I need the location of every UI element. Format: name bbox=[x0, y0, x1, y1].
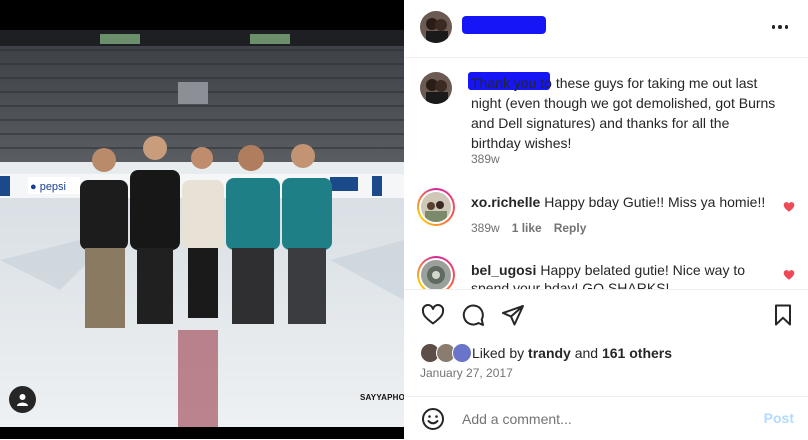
caption-avatar-image bbox=[420, 72, 452, 104]
comment-timestamp[interactable]: 389w bbox=[471, 221, 500, 235]
author-avatar[interactable] bbox=[420, 11, 452, 43]
caption-timestamp[interactable]: 389w bbox=[471, 152, 500, 166]
comment-text: bel_ugosi Happy belated gutie! Nice way t… bbox=[471, 261, 771, 289]
post-date[interactable]: January 27, 2017 bbox=[420, 366, 513, 380]
post-actions-bar bbox=[404, 289, 808, 340]
more-horizontal-icon bbox=[778, 25, 782, 29]
commenter-avatar[interactable] bbox=[417, 256, 455, 289]
more-horizontal-icon bbox=[771, 25, 776, 29]
comment-like-heart-icon[interactable] bbox=[783, 201, 795, 213]
more-options-button[interactable] bbox=[770, 18, 790, 36]
likes-text: Liked by trandy and 161 others bbox=[472, 345, 672, 361]
liker-avatar bbox=[452, 343, 472, 363]
comment-reply-button[interactable]: Reply bbox=[554, 221, 587, 235]
svg-text:● pepsi: ● pepsi bbox=[30, 181, 66, 193]
likes-prefix: Liked by bbox=[472, 345, 525, 361]
comment-likes-count[interactable]: 1 like bbox=[512, 221, 542, 235]
caption-author-avatar[interactable] bbox=[420, 72, 452, 104]
comment-body: Happy bday Gutie!! Miss ya homie!! bbox=[544, 194, 766, 210]
author-avatar-image bbox=[420, 11, 452, 43]
likes-middle: and bbox=[574, 345, 599, 361]
photo-letterbox-bottom bbox=[0, 427, 404, 439]
caption-text: Thank you to these guys for taking me ou… bbox=[471, 73, 781, 153]
more-horizontal-icon bbox=[784, 25, 789, 29]
add-comment-input[interactable] bbox=[460, 407, 754, 431]
comment-icon[interactable] bbox=[461, 303, 485, 327]
comment-username[interactable]: xo.richelle bbox=[471, 194, 540, 210]
commenter-avatar[interactable] bbox=[417, 188, 455, 226]
photo-watermark: SAYYAPHO bbox=[360, 393, 404, 402]
comment-username[interactable]: bel_ugosi bbox=[471, 262, 536, 278]
emoji-icon[interactable] bbox=[421, 407, 445, 431]
comments-list[interactable]: Thank you to these guys for taking me ou… bbox=[404, 58, 808, 289]
heart-icon[interactable] bbox=[421, 303, 445, 327]
post-photo[interactable]: ● pepsi SAYYAPHO bbox=[0, 0, 404, 439]
share-icon[interactable] bbox=[501, 303, 525, 327]
author-username-redaction bbox=[462, 16, 546, 34]
comment-item: bel_ugosi Happy belated gutie! Nice way t… bbox=[404, 256, 808, 289]
likes-user-link[interactable]: trandy bbox=[528, 345, 571, 361]
comment-like-heart-icon[interactable] bbox=[783, 269, 795, 281]
user-tag-button[interactable] bbox=[9, 386, 36, 413]
arena-photo: ● pepsi bbox=[0, 30, 404, 427]
comment-text: xo.richelle Happy bday Gutie!! Miss ya ho… bbox=[471, 193, 771, 211]
commenter-avatar-image bbox=[421, 192, 451, 222]
likes-summary: Liked by trandy and 161 others bbox=[420, 343, 672, 363]
post-side-panel: Thank you to these guys for taking me ou… bbox=[404, 0, 808, 439]
photo-letterbox-top bbox=[0, 0, 404, 30]
caption-body: Thank you to these guys for taking me ou… bbox=[471, 75, 776, 151]
commenter-avatar-image bbox=[421, 260, 451, 289]
user-tag-icon bbox=[17, 394, 28, 406]
likes-others-link[interactable]: 161 others bbox=[602, 345, 672, 361]
comment-actions: 389w 1 like Reply bbox=[471, 221, 586, 235]
add-comment-bar: Post bbox=[404, 396, 808, 440]
post-header bbox=[404, 0, 808, 58]
post-comment-button[interactable]: Post bbox=[764, 410, 794, 426]
liker-avatars[interactable] bbox=[420, 343, 472, 363]
comment-item: xo.richelle Happy bday Gutie!! Miss ya ho… bbox=[404, 188, 808, 243]
bookmark-icon[interactable] bbox=[771, 303, 795, 327]
